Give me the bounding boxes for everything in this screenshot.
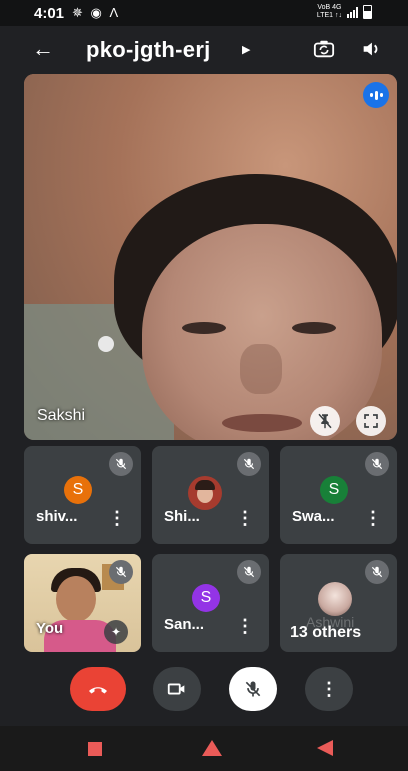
more-options-button[interactable]: ⋮: [364, 508, 382, 528]
photo-hair: [195, 480, 215, 490]
others-count-label: 13 others: [290, 624, 362, 641]
more-vert-icon: ⋮: [108, 508, 126, 528]
more-options-button[interactable]: ⋮: [305, 667, 353, 711]
more-options-button[interactable]: ⋮: [108, 508, 126, 528]
arrow-back-icon: ←: [32, 36, 54, 61]
self-face: [56, 576, 96, 622]
earphone: [98, 336, 114, 352]
mic-toggle-button[interactable]: [229, 667, 277, 711]
meeting-header: ← pko-jgth-erj ▶: [0, 26, 408, 72]
switch-camera-icon: [313, 40, 335, 58]
participant-name: Shi...: [164, 508, 200, 525]
meeting-code-title[interactable]: pko-jgth-erj: [86, 37, 211, 63]
more-vert-icon: ⋮: [320, 678, 338, 699]
main-participant-name: Sakshi: [37, 407, 86, 424]
mic-off-icon: [237, 560, 261, 584]
others-tile[interactable]: Ashwini 13 others: [280, 554, 397, 652]
mic-off-icon: [109, 452, 133, 476]
pin-off-icon: [318, 413, 332, 429]
avatar: S: [320, 476, 348, 504]
audio-output-button[interactable]: [360, 38, 382, 60]
more-vert-icon: ⋮: [236, 508, 254, 528]
call-end-icon: [89, 687, 107, 694]
mic-off-icon: [365, 452, 389, 476]
participant-tile[interactable]: S San... ⋮: [152, 554, 269, 652]
self-view-tile[interactable]: You ✦: [24, 554, 141, 652]
status-bar: 4:01 ✵ ◉ Ʌ VoB 4G LTE1 ↑↓: [0, 0, 408, 26]
fullscreen-icon: [364, 414, 378, 428]
sparkle-icon: ✦: [110, 625, 122, 639]
avatar: S: [64, 476, 92, 504]
more-options-button[interactable]: ⋮: [236, 508, 254, 528]
caret-right-icon[interactable]: ▶: [242, 43, 250, 56]
participant-name: San...: [164, 616, 205, 633]
participant-name: Swa...: [292, 508, 335, 525]
more-vert-icon: ⋮: [364, 508, 382, 528]
navigation-bar: [0, 726, 408, 771]
participant-name: shiv...: [36, 508, 78, 525]
left-eye: [182, 322, 226, 334]
participant-tile[interactable]: Shi... ⋮: [152, 446, 269, 544]
more-options-button[interactable]: ⋮: [236, 616, 254, 636]
camera-toggle-button[interactable]: [153, 667, 201, 711]
battery-icon: [363, 5, 372, 19]
more-vert-icon: ⋮: [236, 616, 254, 636]
end-call-button[interactable]: [70, 667, 126, 711]
nose: [240, 344, 282, 394]
notification-icons: ✵ ◉ Ʌ: [72, 5, 121, 20]
participant-tile[interactable]: S Swa... ⋮: [280, 446, 397, 544]
mic-off-icon: [245, 681, 261, 697]
avatar-photo: [318, 582, 352, 616]
back-button[interactable]: ←: [30, 36, 56, 62]
pin-button[interactable]: [310, 406, 340, 436]
speaker-icon: [363, 42, 378, 56]
network-type-icon: VoB 4G LTE1 ↑↓: [316, 4, 342, 19]
back-nav-button[interactable]: [317, 740, 333, 756]
avatar-photo: [188, 476, 222, 510]
participant-face: [142, 224, 382, 440]
participant-tile[interactable]: S shiv... ⋮: [24, 446, 141, 544]
status-right-icons: VoB 4G LTE1 ↑↓: [317, 4, 372, 20]
participant-name: You: [36, 620, 64, 637]
fullscreen-button[interactable]: [356, 406, 386, 436]
avatar: S: [192, 584, 220, 612]
mic-off-icon: [237, 452, 261, 476]
mouth: [222, 414, 302, 432]
right-eye: [292, 322, 336, 334]
home-button[interactable]: [202, 740, 222, 756]
signal-icon: [347, 6, 358, 18]
recent-apps-button[interactable]: [88, 742, 102, 756]
effects-button[interactable]: ✦: [104, 620, 128, 644]
audio-level-icon: [363, 82, 389, 108]
videocam-icon: [167, 683, 185, 695]
main-participant-tile[interactable]: Sakshi: [24, 74, 397, 440]
mic-off-icon: [365, 560, 389, 584]
switch-camera-button[interactable]: [313, 38, 335, 60]
status-time: 4:01: [34, 5, 65, 22]
mic-off-icon: [109, 560, 133, 584]
